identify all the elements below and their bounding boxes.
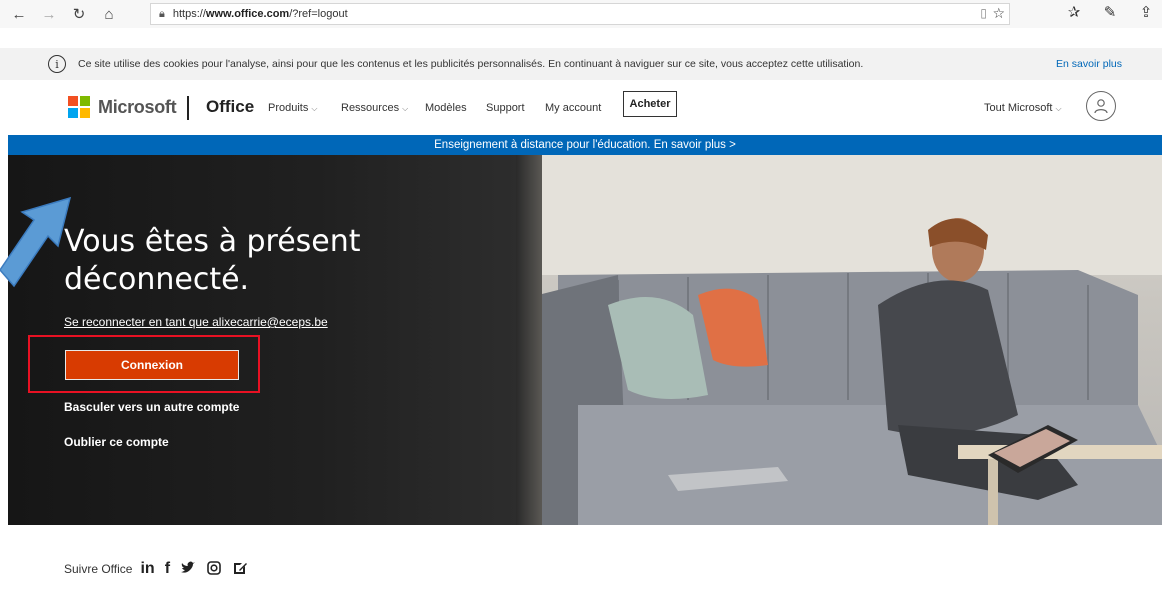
header-divider xyxy=(187,96,189,120)
microsoft-logo-icon[interactable] xyxy=(68,96,90,118)
nav-my-account[interactable]: My account xyxy=(545,102,601,114)
follow-section: Suivre Office in f xyxy=(64,560,248,578)
nav-support[interactable]: Support xyxy=(486,102,525,114)
browser-actions: ✰ ✎ ⇪ xyxy=(1064,3,1156,21)
user-icon xyxy=(1094,99,1108,114)
buy-button[interactable]: Acheter xyxy=(623,91,677,117)
highlight-annotation xyxy=(28,335,260,393)
education-banner[interactable]: Enseignement à distance pour l'éducation… xyxy=(8,135,1162,155)
instagram-icon[interactable] xyxy=(206,560,222,576)
nav-modeles[interactable]: Modèles xyxy=(425,102,467,114)
hero-photo-illustration xyxy=(518,155,1162,525)
url-path: /?ref=logout xyxy=(289,8,348,20)
twitter-icon[interactable] xyxy=(180,560,196,576)
forget-account-link[interactable]: Oublier ce compte xyxy=(64,435,169,449)
share-icon[interactable]: ⇪ xyxy=(1136,3,1156,21)
facebook-icon[interactable]: f xyxy=(165,560,170,578)
hero-divider xyxy=(516,155,542,525)
nav-ressources[interactable]: Ressources ⌵ xyxy=(341,102,408,114)
refresh-icon[interactable]: ↻ xyxy=(68,3,90,25)
learn-more-link[interactable]: En savoir plus xyxy=(1056,58,1122,70)
all-microsoft-menu[interactable]: Tout Microsoft ⌵ xyxy=(984,102,1062,114)
back-icon[interactable]: ← xyxy=(8,3,30,25)
url-prefix: https:// xyxy=(172,8,206,20)
office-brand[interactable]: Office xyxy=(206,97,254,117)
linkedin-icon[interactable]: in xyxy=(140,560,154,578)
chevron-down-icon: ⌵ xyxy=(1055,104,1062,113)
pen-icon[interactable]: ✎ xyxy=(1100,3,1120,21)
chevron-down-icon: ⌵ xyxy=(402,104,409,113)
arrow-annotation-icon xyxy=(0,196,72,288)
favorites-list-icon[interactable]: ✰ xyxy=(1064,3,1084,21)
nav-produits[interactable]: Produits ⌵ xyxy=(268,102,318,114)
url-domain: www.office.com xyxy=(205,8,290,20)
browser-toolbar: ← → ↻ ⌂ 🔒︎ https://www.office.com/?ref=l… xyxy=(0,0,1162,28)
forward-icon[interactable]: → xyxy=(38,3,60,25)
page-title: Vous êtes à présent déconnecté. xyxy=(64,224,361,297)
reading-view-icon[interactable]: ▯ xyxy=(980,6,987,20)
hero-section: Vous êtes à présent déconnecté. Se recon… xyxy=(8,155,1162,525)
cookie-text: Ce site utilise des cookies pour l'analy… xyxy=(78,58,864,70)
hero-image xyxy=(518,155,1162,525)
cookie-banner: i Ce site utilise des cookies pour l'ana… xyxy=(0,48,1162,80)
lock-icon: 🔒︎ xyxy=(159,7,165,20)
chevron-down-icon: ⌵ xyxy=(311,104,318,113)
blog-icon[interactable] xyxy=(232,560,248,576)
home-icon[interactable]: ⌂ xyxy=(98,3,120,25)
microsoft-brand[interactable]: Microsoft xyxy=(98,97,177,118)
avatar[interactable] xyxy=(1086,91,1116,121)
follow-label: Suivre Office xyxy=(64,562,133,576)
switch-account-link[interactable]: Basculer vers un autre compte xyxy=(64,400,239,414)
info-icon: i xyxy=(48,55,66,73)
address-bar[interactable]: 🔒︎ https://www.office.com/?ref=logout ▯ … xyxy=(150,3,1010,25)
site-header: Microsoft Office Produits ⌵ Ressources ⌵… xyxy=(0,84,1162,132)
reconnect-link[interactable]: Se reconnecter en tant que alixecarrie@e… xyxy=(64,315,328,329)
favorite-star-icon[interactable]: ☆ xyxy=(992,5,1005,22)
